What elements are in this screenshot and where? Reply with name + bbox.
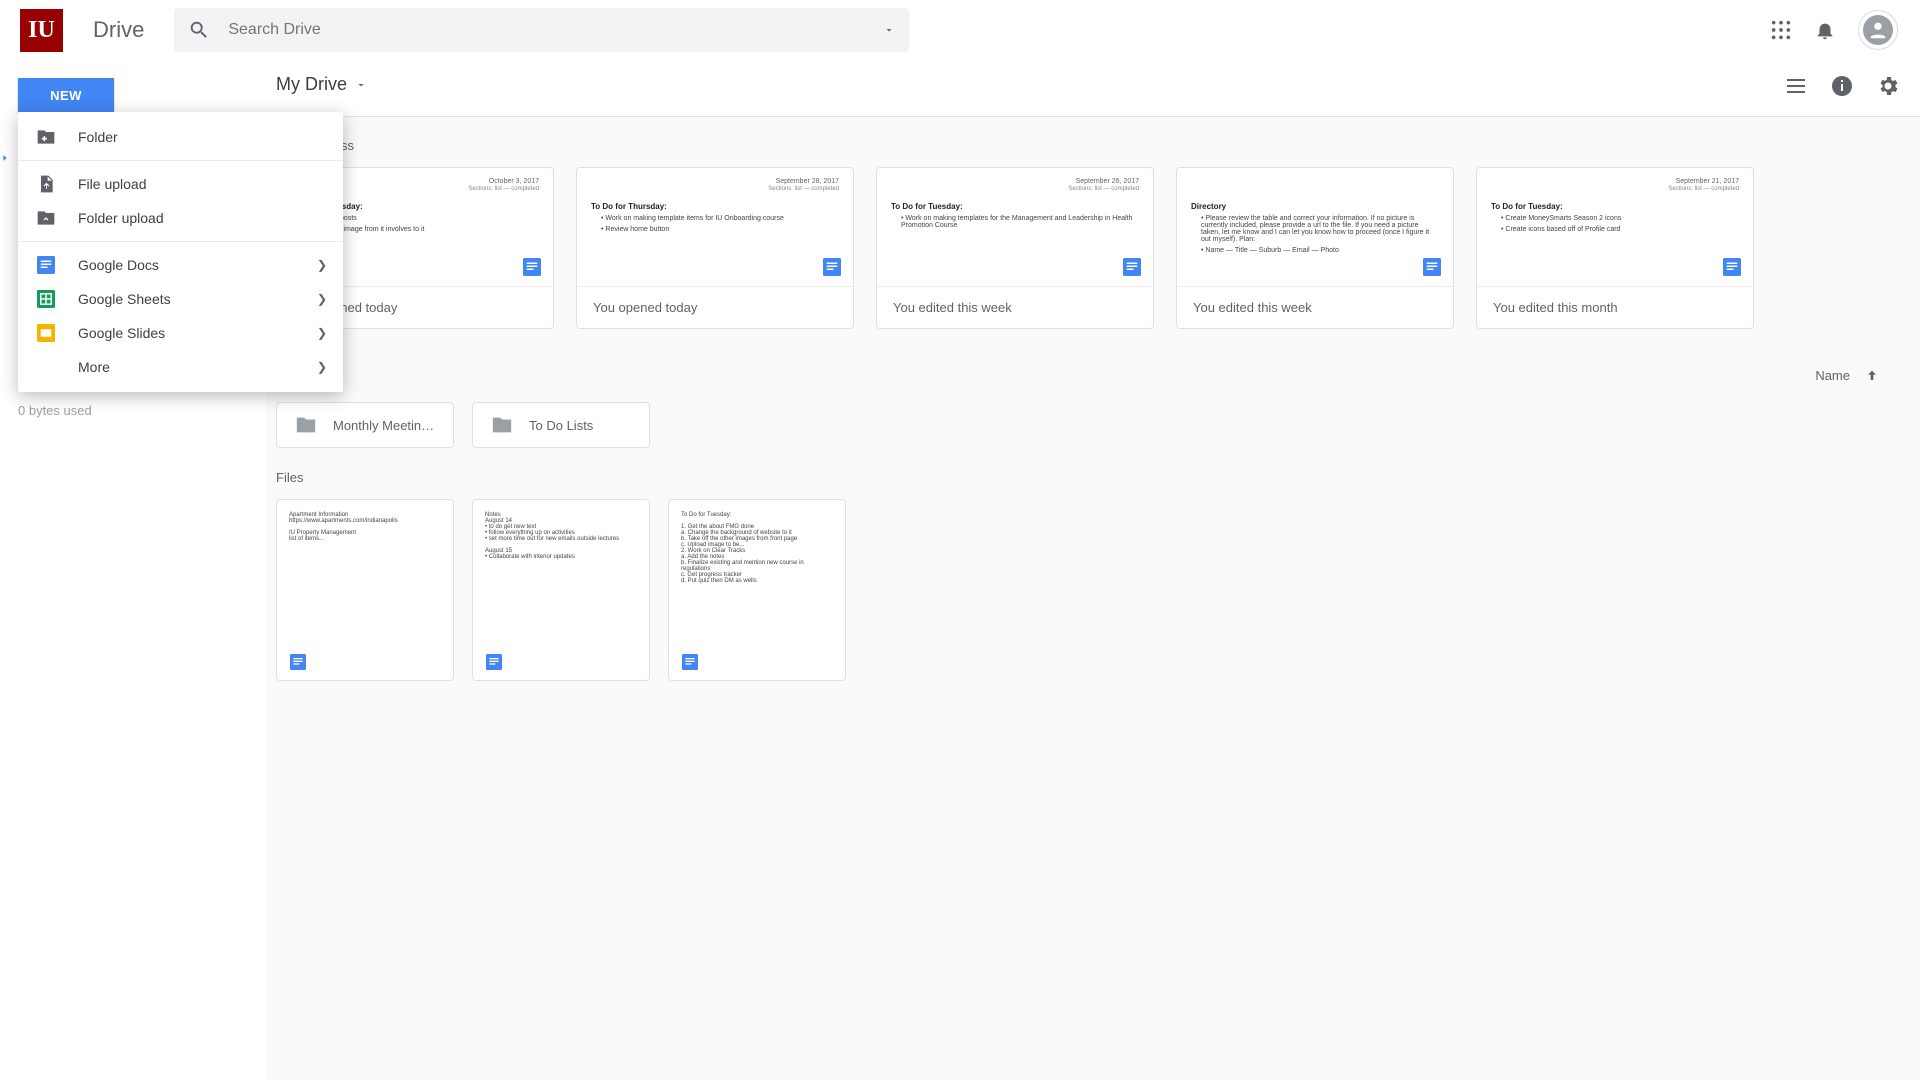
doc-preview: Directory • Please review the table and …	[1177, 168, 1453, 286]
quick-access-card[interactable]: September 21, 2017 Sections: list — comp…	[1476, 167, 1754, 329]
file-card[interactable]: To Do for Tuesday:1. Get the about FMG d…	[668, 499, 846, 681]
sort-label: Name	[1815, 368, 1850, 383]
location-toolbar: My Drive	[0, 60, 1920, 114]
chevron-right-icon: ❯	[317, 292, 327, 306]
google-docs-icon	[1121, 256, 1143, 278]
file-upload-icon	[36, 174, 56, 194]
new-button[interactable]: NEW	[18, 78, 114, 112]
search-input[interactable]	[228, 21, 883, 39]
folder-icon	[491, 414, 513, 436]
settings-gear-icon[interactable]	[1876, 74, 1900, 98]
quick-access-card[interactable]: September 26, 2017 Sections: list — comp…	[876, 167, 1154, 329]
quick-access-card[interactable]: Directory • Please review the table and …	[1176, 167, 1454, 329]
apps-grid-icon[interactable]	[1770, 19, 1792, 41]
google-docs-icon	[521, 256, 543, 278]
doc-title: To Do for Tuesday:	[891, 202, 1139, 211]
doc-preview: September 26, 2017 Sections: list — comp…	[877, 168, 1153, 286]
menu-label: Google Sheets	[78, 291, 171, 307]
notifications-icon[interactable]	[1814, 19, 1836, 41]
main-content: Quick Access October 3, 2017 Sections: l…	[266, 116, 1900, 1080]
info-icon[interactable]	[1830, 74, 1854, 98]
google-slides-icon	[36, 323, 56, 343]
section-label-quick-access: Quick Access	[276, 138, 1900, 153]
doc-subtitle: Sections: list — completed	[468, 186, 539, 192]
blank-icon	[36, 357, 56, 377]
doc-preview: September 21, 2017 Sections: list — comp…	[1477, 168, 1753, 286]
menu-label: Google Docs	[78, 257, 159, 273]
menu-label: Folder upload	[78, 210, 164, 226]
card-footer: You opened today	[577, 286, 853, 328]
google-docs-icon	[36, 255, 56, 275]
brand-name[interactable]: Drive	[93, 17, 144, 43]
sidebar-expand-marker-icon[interactable]	[0, 150, 10, 166]
folder-upload-icon	[36, 208, 56, 228]
doc-title: To Do for Tuesday:	[1491, 202, 1739, 211]
dropdown-caret-icon	[355, 79, 367, 91]
file-preview: To Do for Tuesday:1. Get the about FMG d…	[669, 500, 845, 646]
folder-card[interactable]: Monthly Meetin…	[276, 402, 454, 448]
menu-item-folder-upload[interactable]: Folder upload	[18, 201, 343, 235]
menu-item-google-slides[interactable]: Google Slides ❯	[18, 316, 343, 350]
google-docs-icon	[681, 653, 699, 671]
menu-item-file-upload[interactable]: File upload	[18, 167, 343, 201]
google-docs-icon	[1421, 256, 1443, 278]
google-sheets-icon	[36, 289, 56, 309]
doc-title: To Do for Thursday:	[591, 202, 839, 211]
sort-by-name[interactable]: Name	[1815, 368, 1880, 384]
brand-logo[interactable]: IU	[20, 9, 63, 52]
folder-card[interactable]: To Do Lists	[472, 402, 650, 448]
account-avatar[interactable]	[1858, 10, 1898, 50]
menu-label: Google Slides	[78, 325, 165, 341]
menu-item-google-docs[interactable]: Google Docs ❯	[18, 248, 343, 282]
app-header: IU Drive	[0, 0, 1920, 60]
folder-icon	[295, 414, 317, 436]
list-view-icon[interactable]	[1784, 74, 1808, 98]
doc-subtitle: Sections: list — completed	[768, 186, 839, 192]
google-docs-icon	[485, 653, 503, 671]
doc-title: Directory	[1191, 202, 1439, 211]
search-icon	[188, 19, 210, 41]
menu-item-folder[interactable]: Folder	[18, 120, 343, 154]
doc-preview: September 28, 2017 Sections: list — comp…	[577, 168, 853, 286]
menu-item-more[interactable]: More ❯	[18, 350, 343, 384]
section-label-files: Files	[276, 470, 1900, 485]
google-docs-icon	[1721, 256, 1743, 278]
folder-name: Monthly Meetin…	[333, 418, 434, 433]
google-docs-icon	[289, 653, 307, 671]
menu-separator	[18, 241, 343, 242]
file-preview: Apartment Informationhttps://www.apartme…	[277, 500, 453, 646]
quick-access-card[interactable]: September 28, 2017 Sections: list — comp…	[576, 167, 854, 329]
file-card[interactable]: Apartment Informationhttps://www.apartme…	[276, 499, 454, 681]
search-box[interactable]	[174, 8, 909, 52]
google-docs-icon	[821, 256, 843, 278]
current-location-label: My Drive	[276, 74, 347, 95]
chevron-right-icon: ❯	[317, 258, 327, 272]
doc-subtitle: Sections: list — completed	[1668, 186, 1739, 192]
doc-date: September 28, 2017	[776, 178, 839, 185]
new-menu: Folder File upload Folder upload Google …	[18, 112, 343, 392]
menu-label: File upload	[78, 176, 147, 192]
card-footer: You edited this week	[877, 286, 1153, 328]
arrow-up-icon	[1864, 368, 1880, 384]
menu-label: Folder	[78, 129, 118, 145]
menu-label: More	[78, 359, 110, 375]
doc-date: September 21, 2017	[1676, 178, 1739, 185]
menu-item-google-sheets[interactable]: Google Sheets ❯	[18, 282, 343, 316]
search-options-caret-icon[interactable]	[883, 24, 895, 36]
folder-name: To Do Lists	[529, 418, 593, 433]
file-card[interactable]: NotesAugust 14• to do get new text• foll…	[472, 499, 650, 681]
chevron-right-icon: ❯	[317, 326, 327, 340]
current-location-dropdown[interactable]: My Drive	[276, 74, 367, 95]
chevron-right-icon: ❯	[317, 360, 327, 374]
card-footer: You edited this month	[1477, 286, 1753, 328]
doc-subtitle: Sections: list — completed	[1068, 186, 1139, 192]
file-preview: NotesAugust 14• to do get new text• foll…	[473, 500, 649, 646]
doc-date: September 26, 2017	[1076, 178, 1139, 185]
storage-used-label: 0 bytes used	[18, 403, 92, 418]
card-footer: You edited this week	[1177, 286, 1453, 328]
menu-separator	[18, 160, 343, 161]
folder-plus-icon	[36, 127, 56, 147]
doc-date: October 3, 2017	[489, 178, 539, 185]
